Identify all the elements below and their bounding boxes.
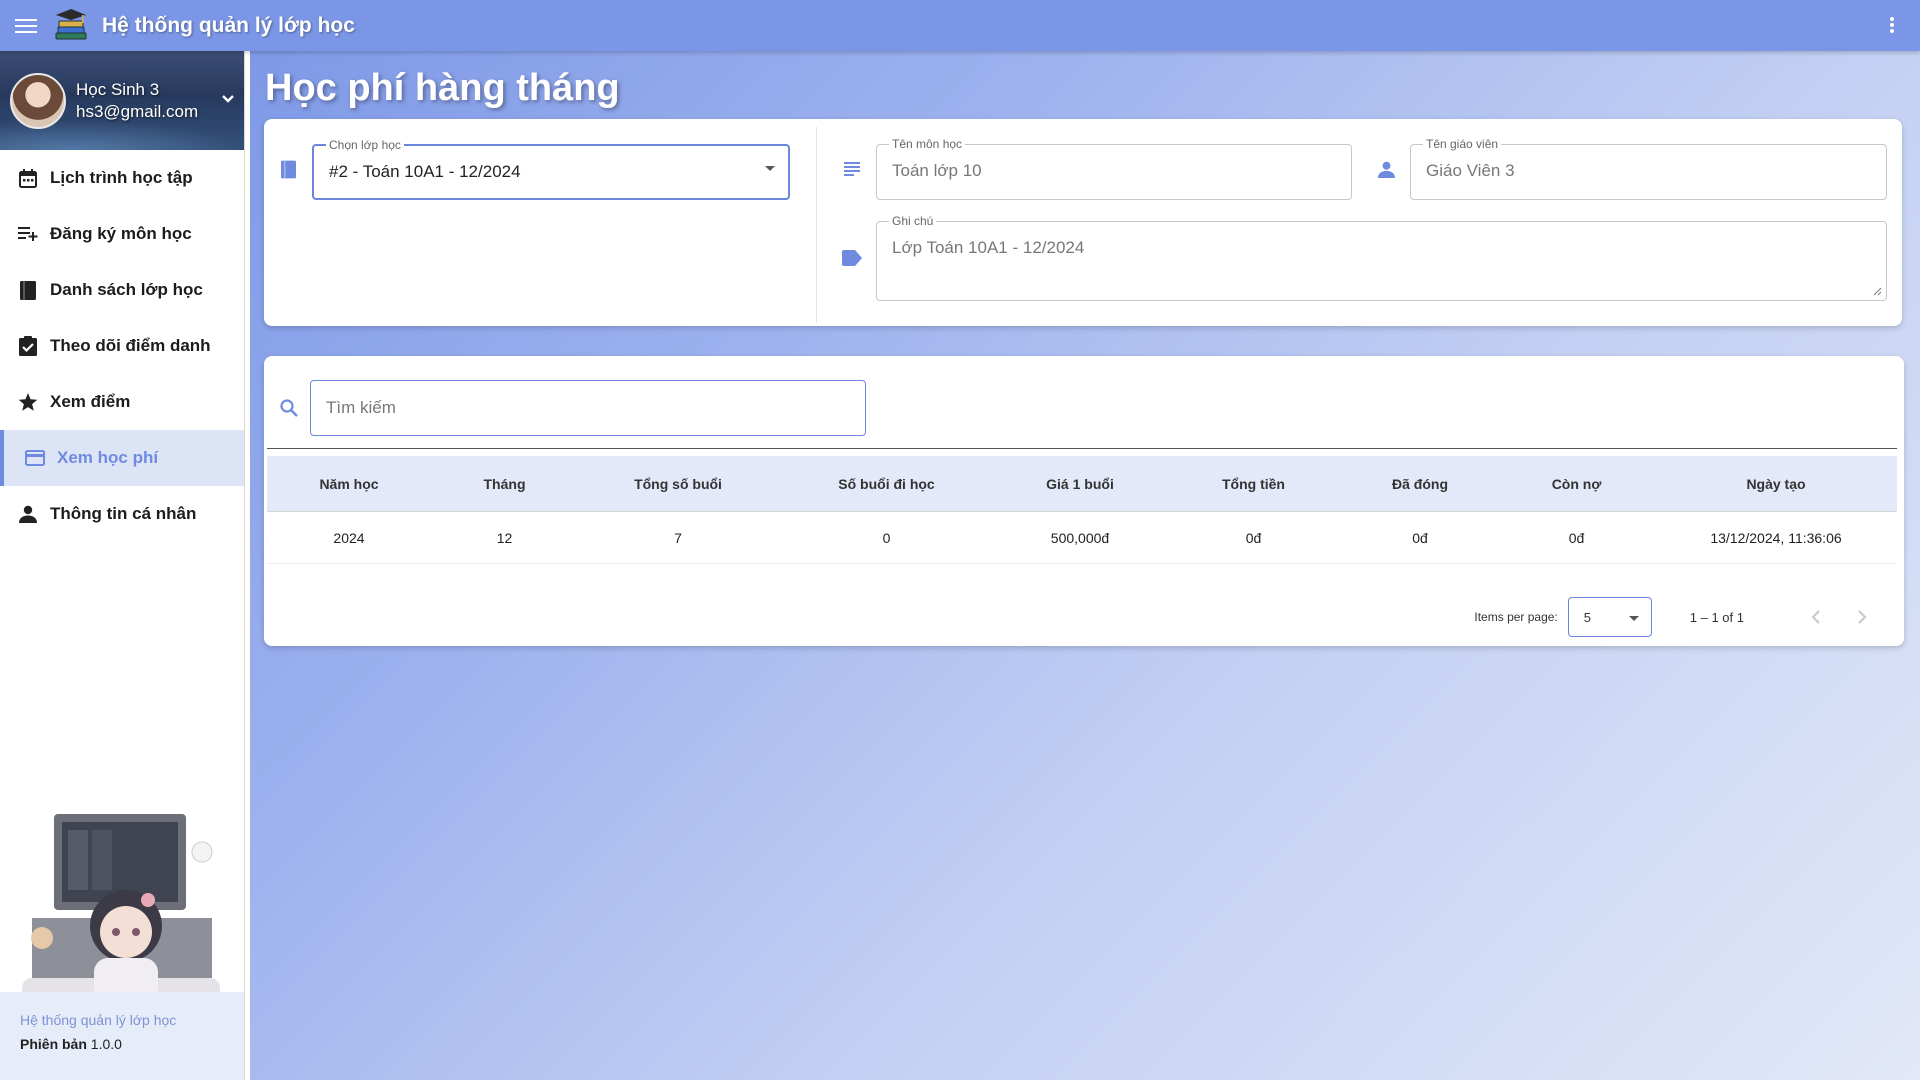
items-per-page-value: 5 — [1583, 610, 1592, 625]
cell-month: 12 — [496, 529, 513, 546]
subject-name-value: Toán lớp 10 — [892, 161, 982, 180]
tuition-table: Năm học Tháng Tổng số buổi Số buổi đi họ… — [267, 456, 1897, 564]
dropdown-arrow-icon — [765, 166, 775, 171]
chevron-right-icon — [1858, 610, 1867, 624]
sidebar-item-label: Xem học phí — [57, 448, 159, 467]
sidebar-item-course-registration[interactable]: Đăng ký môn học — [0, 206, 244, 262]
page-range: 1 – 1 of 1 — [1689, 609, 1744, 625]
person-icon — [1374, 157, 1398, 181]
class-info-card: Chọn lớp học #2 - Toán 10A1 - 12/2024 Tê… — [264, 119, 1902, 326]
search-placeholder: Tìm kiếm — [326, 398, 396, 417]
table-row[interactable]: 2024 12 7 0 500,000đ 0đ 0đ 0đ 13/12/2024… — [267, 512, 1897, 564]
notes-icon — [840, 157, 864, 181]
top-app-bar: Hệ thống quản lý lớp học — [0, 0, 1920, 51]
app-title: Hệ thống quản lý lớp học — [102, 13, 355, 37]
class-select[interactable]: Chọn lớp học #2 - Toán 10A1 - 12/2024 — [312, 138, 790, 200]
subject-name-field[interactable]: Tên môn học Toán lớp 10 — [876, 137, 1352, 200]
sidebar-item-label: Đăng ký môn học — [50, 224, 192, 243]
column-header-total-sessions[interactable]: Tổng số buổi — [578, 476, 778, 492]
cell-price-per-session: 500,000đ — [1050, 529, 1110, 546]
resize-handle-icon[interactable] — [1872, 286, 1882, 296]
column-header-price-per-session[interactable]: Giá 1 buổi — [995, 476, 1165, 492]
class-select-label: Chọn lớp học — [326, 138, 404, 152]
teacher-name-label: Tên giáo viên — [1423, 137, 1502, 151]
column-header-attended-sessions[interactable]: Số buổi đi học — [778, 476, 995, 492]
column-header-year[interactable]: Năm học — [267, 476, 431, 492]
next-page-button[interactable] — [1844, 599, 1880, 635]
column-header-paid[interactable]: Đã đóng — [1342, 476, 1498, 492]
user-profile[interactable]: Học Sinh 3 hs3@gmail.com — [0, 51, 244, 150]
label-icon — [840, 246, 864, 270]
version-info: Phiên bản 1.0.0 — [20, 1036, 244, 1052]
book-icon — [276, 157, 300, 181]
sidebar-item-study-schedule[interactable]: Lịch trình học tập — [0, 150, 244, 206]
cell-attended-sessions: 0 — [882, 529, 891, 546]
page-title: Học phí hàng tháng — [265, 67, 620, 109]
credit-card-icon — [24, 447, 46, 469]
sidebar-item-label: Danh sách lớp học — [50, 280, 203, 299]
search-icon — [277, 396, 301, 420]
footer-app-title: Hệ thống quản lý lớp học — [20, 1012, 177, 1028]
sidebar-item-grades[interactable]: Xem điểm — [0, 374, 244, 430]
previous-page-button[interactable] — [1798, 599, 1834, 635]
cell-total-sessions: 7 — [674, 529, 682, 546]
sidebar-item-label: Lịch trình học tập — [50, 168, 193, 187]
cell-created-at: 13/12/2024, 11:36:06 — [1710, 529, 1842, 546]
divider — [816, 127, 817, 323]
calendar-icon — [17, 167, 39, 189]
tuition-table-card: Tìm kiếm Năm học Tháng Tổng số buổi Số b… — [264, 356, 1904, 646]
cell-paid: 0đ — [1412, 529, 1428, 546]
note-field[interactable]: Ghi chú Lớp Toán 10A1 - 12/2024 — [876, 214, 1887, 301]
items-per-page-label: Items per page: — [1474, 610, 1558, 624]
sidebar-item-label: Thông tin cá nhân — [50, 504, 197, 523]
column-header-total-amount[interactable]: Tổng tiền — [1165, 476, 1342, 492]
table-header: Năm học Tháng Tổng số buổi Số buổi đi họ… — [267, 456, 1897, 512]
teacher-name-value: Giáo Viên 3 — [1426, 161, 1515, 180]
app-logo — [55, 8, 87, 39]
cell-year: 2024 — [333, 529, 365, 546]
user-email: hs3@gmail.com — [76, 101, 199, 121]
sidebar: Học Sinh 3 hs3@gmail.com Lịch trình học … — [0, 51, 245, 1080]
menu-icon[interactable] — [0, 0, 52, 51]
star-icon — [17, 391, 39, 413]
sidebar-item-label: Xem điểm — [50, 392, 131, 411]
search-input[interactable]: Tìm kiếm — [310, 380, 866, 436]
clipboard-check-icon — [17, 335, 39, 357]
column-header-month[interactable]: Tháng — [431, 476, 578, 492]
table-divider — [267, 448, 1897, 449]
cell-remaining: 0đ — [1568, 529, 1585, 546]
paginator: Items per page: 5 1 – 1 of 1 — [1474, 597, 1880, 637]
book-icon — [17, 279, 39, 301]
class-select-value: #2 - Toán 10A1 - 12/2024 — [329, 162, 521, 181]
note-value: Lớp Toán 10A1 - 12/2024 — [892, 238, 1085, 257]
items-per-page-select[interactable]: 5 — [1567, 597, 1652, 637]
avatar — [10, 72, 66, 129]
column-header-created-at[interactable]: Ngày tạo — [1655, 476, 1897, 492]
chevron-down-icon[interactable] — [216, 87, 240, 111]
playlist-add-icon — [17, 223, 39, 245]
note-label: Ghi chú — [889, 214, 937, 228]
dropdown-arrow-icon — [1628, 616, 1639, 621]
column-header-remaining[interactable]: Còn nợ — [1498, 476, 1655, 492]
sidebar-item-profile[interactable]: Thông tin cá nhân — [0, 486, 244, 542]
sidebar-item-tuition[interactable]: Xem học phí — [0, 430, 244, 486]
sidebar-item-label: Theo dõi điểm danh — [50, 336, 211, 355]
sidebar-item-attendance[interactable]: Theo dõi điểm danh — [0, 318, 244, 374]
sidebar-item-class-list[interactable]: Danh sách lớp học — [0, 262, 244, 318]
subject-name-label: Tên môn học — [889, 137, 966, 151]
more-vert-icon[interactable] — [1880, 13, 1904, 37]
sidebar-footer: Hệ thống quản lý lớp học Phiên bản 1.0.0 — [0, 992, 244, 1080]
cell-total-amount: 0đ — [1245, 529, 1262, 546]
version-number: 1.0.0 — [90, 1036, 122, 1052]
sidebar-nav: Lịch trình học tập Đăng ký môn học Danh … — [0, 150, 244, 542]
chevron-left-icon — [1811, 610, 1820, 624]
teacher-name-field[interactable]: Tên giáo viên Giáo Viên 3 — [1410, 137, 1887, 200]
main-content: Học phí hàng tháng Chọn lớp học #2 - Toá… — [250, 51, 1920, 1080]
version-label: Phiên bản — [20, 1036, 87, 1052]
person-icon — [17, 503, 39, 525]
user-name: Học Sinh 3 — [76, 79, 160, 99]
